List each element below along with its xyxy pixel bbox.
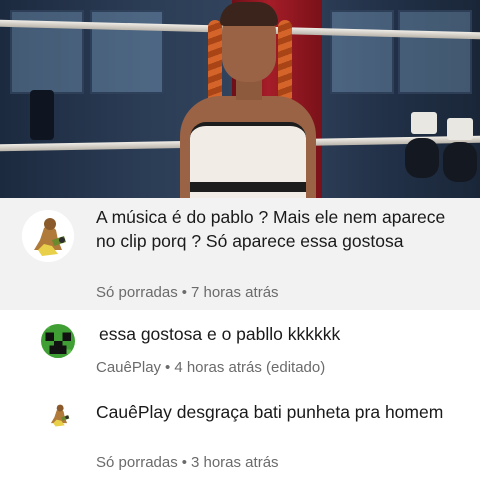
comment-item[interactable]: A música é do pablo ? Mais ele nem apare… (0, 198, 480, 310)
comment-meta: Só porradas • 3 horas atrás (96, 454, 279, 472)
meta-separator: • (181, 284, 187, 301)
comment-author[interactable]: Só porradas (96, 454, 178, 471)
meta-separator: • (181, 454, 187, 471)
gym-window (398, 10, 472, 94)
comment-time: 7 horas atrás (190, 284, 279, 301)
cartoon-character-icon[interactable] (44, 400, 74, 430)
punching-bag (30, 90, 54, 140)
video-frame[interactable] (0, 0, 480, 198)
video-person (160, 0, 320, 198)
boxing-gloves (405, 108, 480, 193)
comment-meta: CauêPlay • 4 horas atrás (editado) (96, 359, 325, 377)
comment-time: 4 horas atrás (editado) (174, 359, 326, 376)
comment-item[interactable]: essa gostosa e o pabllo kkkkkk CauêPlay •… (0, 310, 480, 392)
comment-time: 3 horas atrás (190, 454, 279, 471)
comment-text: essa gostosa e o pabllo kkkkkk (99, 324, 341, 344)
comment-author[interactable]: CauêPlay (96, 359, 161, 376)
comment-author[interactable]: Só porradas (96, 284, 178, 301)
meta-separator: • (165, 359, 171, 376)
comment-text: CauêPlay desgraça bati punheta pra homem (96, 402, 444, 422)
comment-text: A música é do pablo ? Mais ele nem apare… (96, 207, 446, 251)
cartoon-character-icon[interactable] (22, 210, 74, 262)
comment-item[interactable]: CauêPlay desgraça bati punheta pra homem… (0, 392, 480, 480)
gym-window (330, 10, 394, 94)
comment-meta: Só porradas • 7 horas atrás (96, 284, 279, 302)
green-creeper-face-icon[interactable] (41, 324, 75, 358)
